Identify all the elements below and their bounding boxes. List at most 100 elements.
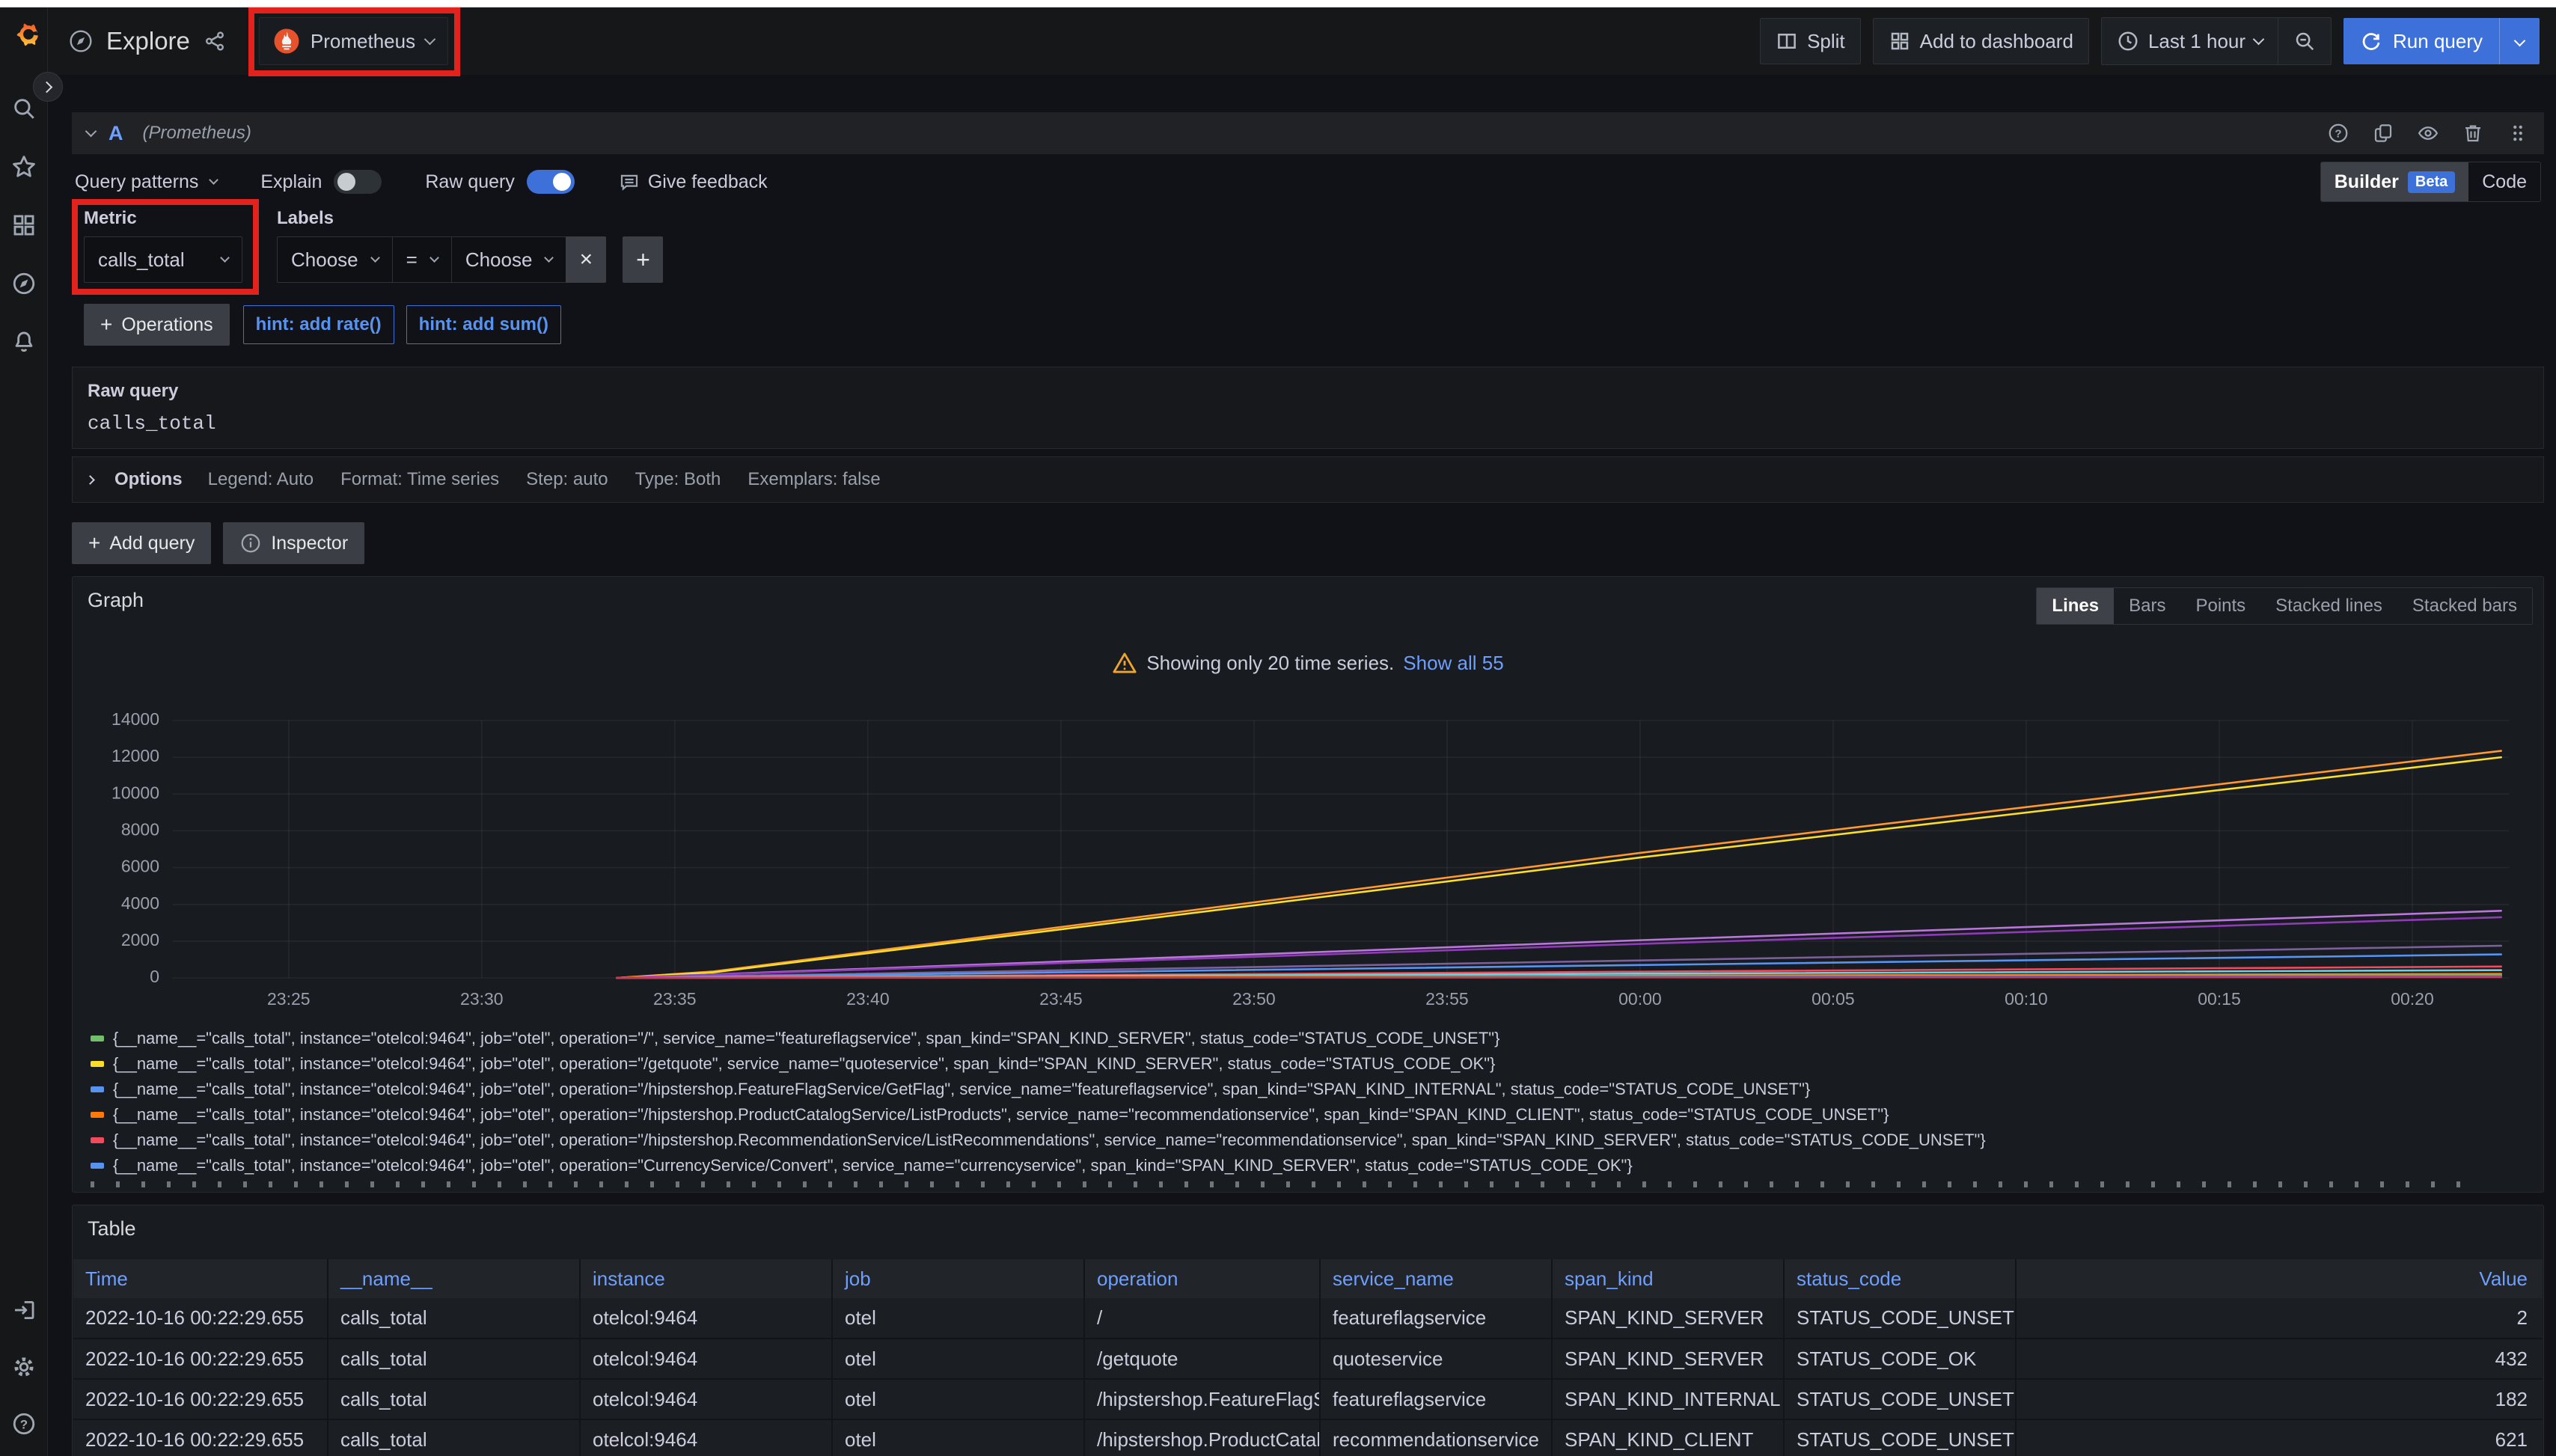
run-query-group: Run query [2343,18,2540,64]
table-column-header[interactable]: service_name [1320,1259,1552,1298]
legend-item[interactable]: {__name__="calls_total", instance="otelc… [91,1077,2525,1102]
x-axis-tick-label: 23:40 [846,989,890,1009]
graph-mode-lines[interactable]: Lines [2037,588,2114,624]
grafana-logo[interactable] [7,16,40,49]
explain-toggle[interactable] [334,170,382,194]
split-button[interactable]: Split [1760,18,1861,64]
label-operator-select[interactable]: = [392,236,451,283]
graph-mode-bars[interactable]: Bars [2114,588,2180,624]
table-cell: otelcol:9464 [580,1298,832,1339]
remove-label-filter-button[interactable]: × [566,236,606,283]
table-cell: otel [832,1298,1084,1339]
raw-query-toggle[interactable] [527,170,575,194]
legend-series-label: {__name__="calls_total", instance="otelc… [113,1054,1495,1074]
give-feedback-link[interactable]: Give feedback [648,171,768,193]
add-query-button[interactable]: + Add query [72,522,211,564]
table-column-header[interactable]: __name__ [328,1259,580,1298]
search-icon[interactable] [11,96,37,121]
table-column-header[interactable]: operation [1084,1259,1320,1298]
sidebar-expand-button[interactable] [33,72,63,102]
table-cell: STATUS_CODE_OK [1784,1339,2016,1379]
warning-text: Showing only 20 time series. [1146,652,1394,675]
metric-select[interactable]: calls_total [84,236,242,283]
plus-icon: + [100,313,112,337]
query-help-icon[interactable]: ? [2327,122,2349,144]
nav-left: Explore Prometheus [69,17,448,65]
add-to-dashboard-button[interactable]: Add to dashboard [1873,18,2089,64]
graph-mode-points[interactable]: Points [2180,588,2260,624]
results-table-wrap: Time__name__instancejoboperationservice_… [73,1259,2543,1456]
settings-gear-icon[interactable] [11,1354,37,1380]
legend-item[interactable]: {__name__="calls_total", instance="otelc… [91,1153,2525,1178]
table-cell: /hipstershop.ProductCatalogS... [1084,1419,1320,1456]
query-hint-button[interactable]: hint: add rate() [243,305,394,344]
legend-series-label: {__name__="calls_total", instance="otelc… [113,1080,1810,1099]
table-column-header[interactable]: job [832,1259,1084,1298]
zoom-out-time-button[interactable] [2278,18,2331,64]
query-row-header[interactable]: A (Prometheus) ? [72,112,2544,154]
disable-query-eye-icon[interactable] [2417,122,2439,144]
legend-series-color [91,1137,104,1143]
y-axis-tick-label: 2000 [121,930,159,949]
label-value-select[interactable]: Choose [451,236,566,283]
show-all-series-link[interactable]: Show all 55 [1403,652,1503,675]
legend-item[interactable]: {__name__="calls_total", instance="otelc… [91,1128,2525,1153]
table-column-header[interactable]: Time [73,1259,328,1298]
datasource-picker[interactable]: Prometheus [259,17,448,65]
legend-item[interactable]: {__name__="calls_total", instance="otelc… [91,1102,2525,1128]
explore-compass-icon[interactable] [11,271,37,296]
duplicate-query-icon[interactable] [2372,122,2394,144]
query-hint-button[interactable]: hint: add sum() [406,305,561,344]
chevron-down-icon [370,253,380,263]
legend-item[interactable]: {__name__="calls_total", instance="otelc… [91,1026,2525,1051]
time-series-plot[interactable]: 0200040006000800010000120001400023:2523:… [91,709,2527,1021]
labels-label: Labels [277,208,663,229]
table-panel-title: Table [88,1217,136,1241]
code-mode-button[interactable]: Code [2468,162,2540,201]
add-operations-button[interactable]: + Operations [84,304,230,346]
starred-icon[interactable] [11,154,37,180]
x-axis-tick-label: 00:20 [2391,989,2434,1009]
svg-text:?: ? [19,1417,27,1431]
legend-series-color [91,1061,104,1067]
table-column-header[interactable]: span_kind [1552,1259,1784,1298]
add-label-filter-button[interactable]: + [623,236,663,283]
graph-mode-stacked-bars[interactable]: Stacked bars [2397,588,2532,624]
table-column-header[interactable]: instance [580,1259,832,1298]
options-summary-item: Exemplars: false [747,469,880,490]
time-range-picker[interactable]: Last 1 hour [2102,18,2278,64]
editor-mode-switch: Builder Beta Code [2320,162,2541,202]
inspector-label: Inspector [271,533,348,554]
time-range-label: Last 1 hour [2148,30,2245,53]
legend-item[interactable]: {__name__="calls_total", instance="otelc… [91,1051,2525,1077]
table-cell: calls_total [328,1298,580,1339]
table-cell: 2 [2016,1298,2543,1339]
drag-handle-icon[interactable] [2507,122,2529,144]
table-column-header[interactable]: status_code [1784,1259,2016,1298]
table-cell: featureflagservice [1320,1298,1552,1339]
query-options-bar[interactable]: Options Legend: AutoFormat: Time seriesS… [72,456,2544,503]
run-query-dropdown[interactable] [2499,18,2540,64]
collapse-query-icon[interactable] [85,126,97,138]
run-query-button[interactable]: Run query [2343,18,2499,64]
builder-mode-button[interactable]: Builder Beta [2321,162,2468,201]
delete-query-trash-icon[interactable] [2462,122,2484,144]
inspector-button[interactable]: Inspector [223,522,364,564]
query-patterns-dropdown[interactable]: Query patterns [75,171,198,193]
table-cell: SPAN_KIND_SERVER [1552,1298,1784,1339]
sign-in-icon[interactable] [11,1297,37,1323]
table-cell: /getquote [1084,1339,1320,1379]
labels-field: Labels Choose = Choose [277,208,663,283]
dashboards-icon[interactable] [11,212,37,238]
explain-label: Explain [260,171,322,193]
chevron-down-icon [545,253,554,263]
table-row: 2022-10-16 00:22:29.655calls_totalotelco… [73,1379,2543,1419]
graph-panel: Graph LinesBarsPointsStacked linesStacke… [72,576,2544,1193]
alerting-bell-icon[interactable] [11,329,37,355]
table-column-header[interactable]: Value [2016,1259,2543,1298]
graph-mode-stacked-lines[interactable]: Stacked lines [2260,588,2397,624]
chevron-right-icon [85,475,95,485]
label-key-select[interactable]: Choose [277,236,392,283]
help-icon[interactable]: ? [11,1411,37,1437]
share-icon[interactable] [204,30,226,52]
